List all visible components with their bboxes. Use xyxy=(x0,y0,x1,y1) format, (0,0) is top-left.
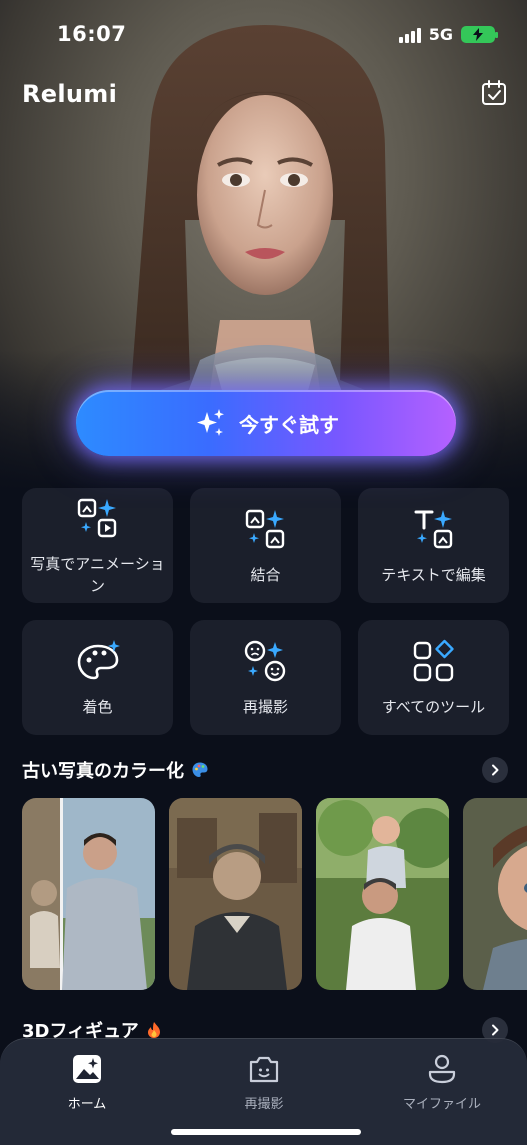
status-bar: 16:07 5G xyxy=(0,20,527,54)
status-indicators: 5G xyxy=(398,25,498,44)
retake-face-icon xyxy=(244,640,285,681)
section-more-button[interactable] xyxy=(482,757,508,783)
tool-all-tools[interactable]: すべてのツール xyxy=(358,620,509,735)
tool-colorize[interactable]: 着色 xyxy=(22,620,173,735)
example-thumbnail[interactable] xyxy=(316,798,449,990)
example-photo-old-man xyxy=(169,798,302,990)
home-image-icon xyxy=(73,1055,101,1083)
tool-label: 写真でアニメーション xyxy=(30,554,165,595)
home-indicator[interactable] xyxy=(171,1129,361,1135)
example-photo-boy xyxy=(463,798,527,990)
tool-merge[interactable]: 結合 xyxy=(190,488,341,603)
profile-files-icon xyxy=(428,1054,456,1084)
merge-icon xyxy=(245,509,284,548)
chevron-right-icon xyxy=(492,1024,499,1036)
colorize-examples-carousel[interactable] xyxy=(22,798,527,990)
example-thumbnail[interactable] xyxy=(463,798,527,990)
palette-emoji-icon xyxy=(192,762,208,777)
nav-label: 再撮影 xyxy=(244,1097,284,1112)
tool-label: 結合 xyxy=(250,565,281,584)
example-thumbnail[interactable] xyxy=(22,798,155,990)
network-type: 5G xyxy=(428,25,453,44)
nav-label: ホーム xyxy=(67,1097,107,1112)
nav-my-files[interactable]: マイファイル xyxy=(387,1053,497,1112)
section-title: 古い写真のカラー化 xyxy=(22,761,184,782)
try-now-label: 今すぐ試す xyxy=(239,412,339,437)
tool-label: 再撮影 xyxy=(242,697,288,716)
camera-face-icon xyxy=(249,1056,279,1083)
palette-icon xyxy=(77,639,120,679)
fire-icon xyxy=(147,1022,160,1038)
status-time: 16:07 xyxy=(57,22,127,46)
example-photo-piggyback xyxy=(316,798,449,990)
nav-label: マイファイル xyxy=(402,1097,481,1112)
signal-icon xyxy=(398,27,421,43)
calendar-checkin-button[interactable] xyxy=(479,78,509,108)
nav-home[interactable]: ホーム xyxy=(32,1053,142,1112)
try-now-button[interactable]: 今すぐ試す xyxy=(76,390,456,456)
sparkle-icon xyxy=(197,409,224,436)
section-colorize-header: 古い写真のカラー化 xyxy=(22,756,508,784)
example-photo-father-child xyxy=(22,798,155,990)
tool-label: 着色 xyxy=(82,697,113,716)
nav-retake[interactable]: 再撮影 xyxy=(209,1053,319,1112)
tools-grid: 写真でアニメーション 結合 テキストで編集 着色 再撮影 すべてのツール xyxy=(22,488,509,735)
animate-photo-icon xyxy=(77,498,116,537)
calendar-check-icon xyxy=(482,80,506,105)
text-edit-icon xyxy=(414,509,452,548)
example-thumbnail[interactable] xyxy=(169,798,302,990)
tool-animate-photo[interactable]: 写真でアニメーション xyxy=(22,488,173,603)
chevron-right-icon xyxy=(492,764,499,776)
battery-icon xyxy=(461,26,498,43)
tool-text-edit[interactable]: テキストで編集 xyxy=(358,488,509,603)
app-title: Relumi xyxy=(22,80,118,108)
tool-retake[interactable]: 再撮影 xyxy=(190,620,341,735)
all-tools-icon xyxy=(413,639,454,681)
tool-label: テキストで編集 xyxy=(381,565,486,584)
tool-label: すべてのツール xyxy=(381,697,486,716)
